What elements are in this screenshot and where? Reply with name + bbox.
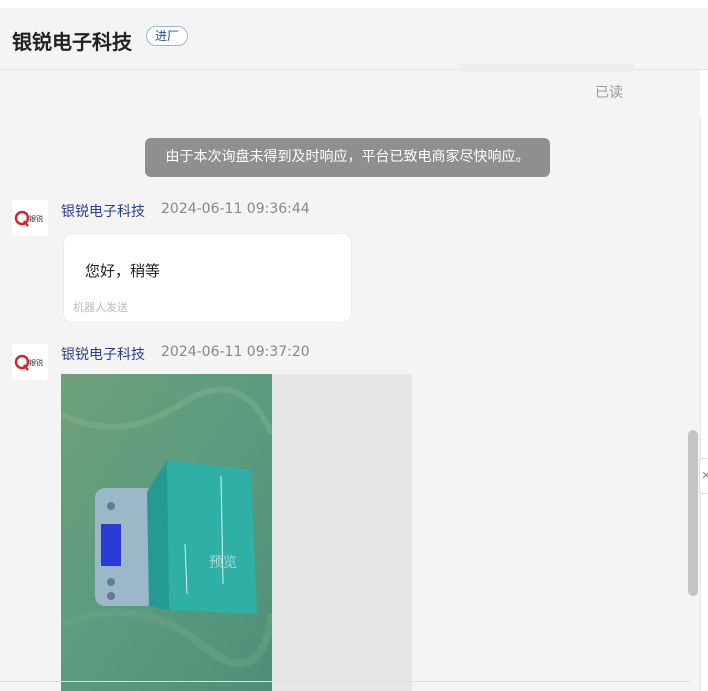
shop-logo-icon: 银锐 xyxy=(12,344,48,380)
avatar[interactable]: 银锐 xyxy=(12,200,48,236)
logo-text: 银锐 xyxy=(29,358,43,367)
logo-text: 银锐 xyxy=(29,214,43,223)
message-time: 2024-06-11 09:36:44 xyxy=(161,201,310,217)
read-status: 已读 xyxy=(595,85,623,101)
shop-name[interactable]: 银锐电子科技 xyxy=(12,26,132,55)
product-photo-graphic xyxy=(61,374,272,691)
window-top-edge xyxy=(0,0,708,8)
sender-name[interactable]: 银锐电子科技 xyxy=(61,201,145,221)
preview-overlay[interactable]: 预览 xyxy=(209,552,237,572)
sender-name[interactable]: 银锐电子科技 xyxy=(61,344,145,364)
image-message[interactable]: 预览 xyxy=(61,374,412,691)
right-panel-edge xyxy=(700,70,708,691)
message-bubble: 您好，稍等 机器人发送 xyxy=(63,233,352,323)
divider xyxy=(0,681,690,682)
message-text: 您好，稍等 xyxy=(85,262,161,280)
collapse-panel-button[interactable]: ✕ xyxy=(699,458,708,494)
system-notice: 由于本次询盘未得到及时响应，平台已致电商家尽快响应。 xyxy=(145,138,550,177)
avatar[interactable]: 银锐 xyxy=(12,344,48,380)
close-icon: ✕ xyxy=(701,469,708,482)
shop-tag-badge: 进厂 xyxy=(146,26,189,46)
previous-message-bubble xyxy=(458,64,634,72)
scrollbar-thumb[interactable] xyxy=(688,430,698,596)
chat-header: 银锐电子科技 进厂 xyxy=(0,8,708,70)
shop-logo-icon: 银锐 xyxy=(12,200,48,236)
bot-sent-note: 机器人发送 xyxy=(73,301,128,314)
message-time: 2024-06-11 09:37:20 xyxy=(161,344,310,360)
product-photo[interactable]: 预览 xyxy=(61,374,272,691)
